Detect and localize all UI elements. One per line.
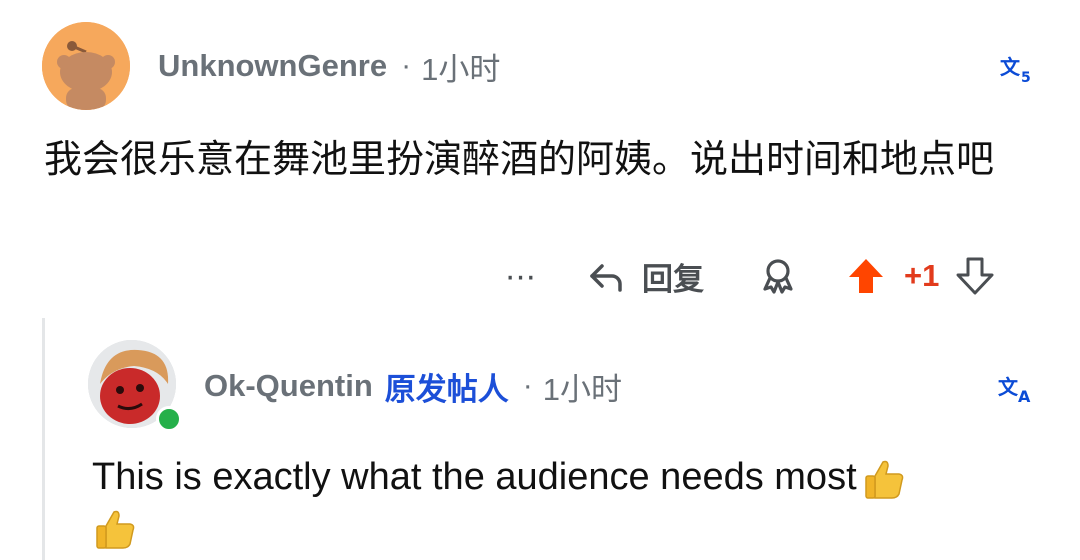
meta-separator: · (401, 49, 412, 82)
svg-text:文: 文 (1000, 55, 1021, 79)
online-status-indicator (156, 406, 182, 432)
thread-line[interactable] (42, 318, 45, 560)
comment-action-bar: ··· 回复 +1 (500, 250, 995, 302)
reply-meta: Ok-Quentin 原发帖人 · 1小时 (204, 364, 622, 408)
more-icon[interactable]: ··· (500, 256, 540, 296)
comment-username[interactable]: UnknownGenre (158, 48, 387, 84)
comment-body: 我会很乐意在舞池里扮演醉酒的阿姨。说出时间和地点吧 (44, 137, 995, 181)
downvote-icon[interactable] (955, 256, 995, 296)
thumbs-up-emoji-icon (864, 460, 903, 499)
reply-username[interactable]: Ok-Quentin (204, 368, 373, 404)
reply-timestamp: 1小时 (542, 371, 623, 407)
vote-score: +1 (904, 258, 940, 293)
award-icon[interactable] (758, 256, 798, 296)
svg-text:A: A (1018, 387, 1031, 404)
reply-icon (590, 264, 622, 292)
upvote-icon[interactable] (846, 256, 886, 296)
comment-meta: UnknownGenre · 1小时 (158, 44, 500, 88)
translate-icon[interactable]: 文 5 (998, 52, 1034, 86)
snoo-avatar-icon (42, 22, 130, 110)
user-avatar[interactable] (42, 22, 130, 110)
thumbs-up-emoji-icon (96, 510, 135, 549)
meta-separator: · (522, 369, 533, 402)
reply-label: 回复 (642, 261, 704, 298)
reply-button[interactable]: 回复 (586, 254, 704, 299)
svg-text:5: 5 (1021, 70, 1031, 84)
op-badge: 原发帖人 (384, 371, 509, 408)
svg-text:文: 文 (998, 375, 1019, 399)
reply-body: This is exactly what the audience needs … (92, 452, 1052, 552)
reply-body-text: This is exactly what the audience needs … (92, 456, 857, 498)
comment-timestamp: 1小时 (421, 51, 501, 87)
translate-icon[interactable]: 文 A (998, 372, 1034, 406)
